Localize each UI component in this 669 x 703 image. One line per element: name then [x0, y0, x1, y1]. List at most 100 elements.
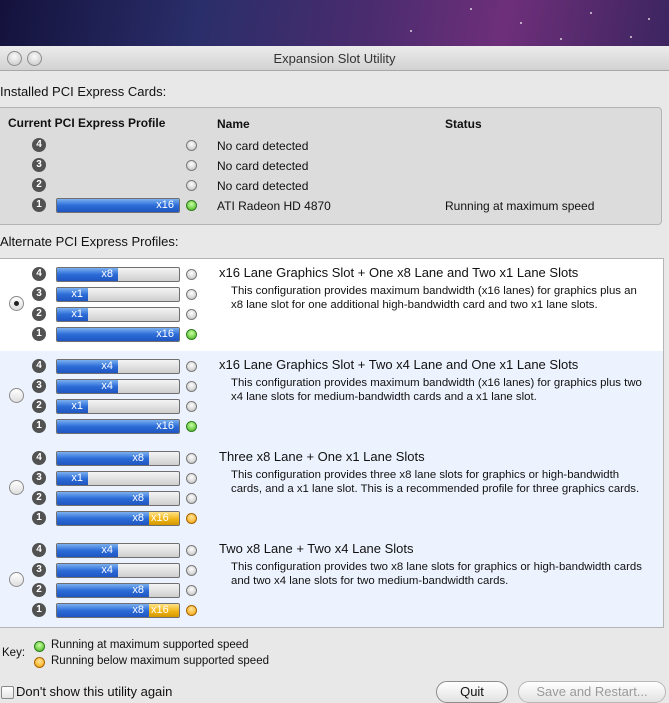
alternate-profiles-list[interactable]: 4 x8 3 x1 2 x1 1 x16 x16 Lane Graphics Slot + On… [0, 258, 664, 628]
current-profile-header: Current PCI Express Profile [8, 116, 166, 130]
dont-show-again-checkbox[interactable] [1, 686, 14, 699]
lane-extra: x16 [149, 604, 179, 617]
lane-label: x8 [132, 452, 144, 464]
lane-fill: x8 [57, 492, 149, 505]
profile-radio-button[interactable] [9, 480, 24, 495]
lane-fill: x8 [57, 512, 149, 525]
lane-bar: x8 x16 [56, 511, 180, 526]
desktop-background [0, 0, 669, 48]
lane-bar: x4 [56, 563, 180, 578]
card-name: ATI Radeon HD 4870 [217, 199, 331, 213]
profile-row[interactable]: 4 x4 3 x4 2 x8 1 x8 x16 Two x8 Lane + Two x4 Lane… [0, 535, 663, 627]
slot-number-badge: 4 [32, 267, 46, 281]
slot-number-badge: 1 [32, 419, 46, 433]
card-name: No card detected [217, 139, 309, 153]
lane-label: x4 [101, 544, 113, 556]
off-indicator-icon [186, 140, 197, 151]
profile-row[interactable]: 4 x4 3 x4 2 x1 1 x16 x16 Lane Graphics Slot + Tw… [0, 351, 663, 443]
profile-description: This configuration provides maximum band… [231, 377, 642, 403]
lane-fill: x8 [57, 452, 149, 465]
lane-label: x8 [132, 512, 144, 524]
off-indicator-icon [186, 160, 197, 171]
title-bar[interactable]: Expansion Slot Utility [0, 46, 669, 71]
lane-label: x1 [71, 288, 83, 300]
slot-number-badge: 3 [32, 379, 46, 393]
slot-number-badge: 2 [32, 491, 46, 505]
lane-fill: x4 [57, 564, 118, 577]
lane-bar: x1 [56, 287, 180, 302]
quit-button[interactable]: Quit [436, 681, 508, 703]
green-indicator-icon [186, 421, 197, 432]
lane-label: x8 [132, 492, 144, 504]
lane-extra: x16 [149, 512, 179, 525]
status-column-header: Status [445, 117, 482, 131]
off-indicator-icon [186, 180, 197, 191]
off-indicator-icon [186, 493, 197, 504]
save-and-restart-button[interactable]: Save and Restart... [518, 681, 666, 703]
alternate-section-label: Alternate PCI Express Profiles: [0, 234, 179, 249]
slot-number-badge: 4 [32, 138, 46, 152]
lane-bar: x8 [56, 583, 180, 598]
card-name: No card detected [217, 159, 309, 173]
profile-description: This configuration provides two x8 lane … [231, 561, 642, 587]
lane-extra-label: x16 [151, 604, 169, 616]
profile-title: Three x8 Lane + One x1 Lane Slots [219, 449, 425, 464]
lane-bar: x8 [56, 267, 180, 282]
lane-fill: x8 [57, 268, 118, 281]
lane-fill: x4 [57, 360, 118, 373]
lane-bar: x16 [56, 327, 180, 342]
profile-title: x16 Lane Graphics Slot + Two x4 Lane and… [219, 357, 579, 372]
lane-bar: x4 [56, 543, 180, 558]
slot-number-badge: 3 [32, 471, 46, 485]
profile-radio-button[interactable] [9, 388, 24, 403]
off-indicator-icon [186, 473, 197, 484]
lane-fill: x4 [57, 380, 118, 393]
orange-indicator-icon [34, 657, 45, 668]
slot-number-badge: 3 [32, 563, 46, 577]
lane-label: x4 [101, 380, 113, 392]
lane-fill: x4 [57, 544, 118, 557]
off-indicator-icon [186, 401, 197, 412]
off-indicator-icon [186, 545, 197, 556]
off-indicator-icon [186, 361, 197, 372]
slot-number-badge: 3 [32, 158, 46, 172]
profile-row[interactable]: 4 x8 3 x1 2 x1 1 x16 x16 Lane Graphics Slot + On… [0, 259, 663, 351]
key-item-below-max-speed: Running below maximum supported speed [51, 655, 269, 667]
off-indicator-icon [186, 269, 197, 280]
slot-number-badge: 2 [32, 178, 46, 192]
slot-number-badge: 1 [32, 327, 46, 341]
lane-fill: x16 [57, 420, 179, 433]
slot-number-badge: 4 [32, 543, 46, 557]
lane-fill: x16 [57, 328, 179, 341]
lane-bar: x16 [56, 198, 180, 213]
green-indicator-icon [34, 641, 45, 652]
off-indicator-icon [186, 565, 197, 576]
lane-label: x1 [71, 400, 83, 412]
lane-bar: x8 x16 [56, 603, 180, 618]
profile-title: x16 Lane Graphics Slot + One x8 Lane and… [219, 265, 579, 280]
lane-bar: x16 [56, 419, 180, 434]
off-indicator-icon [186, 309, 197, 320]
lane-label: x4 [101, 564, 113, 576]
key-label: Key: [2, 647, 26, 659]
orange-indicator-icon [186, 605, 197, 616]
lane-fill: x1 [57, 288, 88, 301]
lane-extra-label: x16 [151, 512, 169, 524]
lane-fill: x16 [57, 199, 179, 212]
radio-selected-dot [14, 301, 19, 306]
lane-bar: x1 [56, 471, 180, 486]
slot-number-badge: 1 [32, 198, 46, 212]
lane-label: x16 [156, 328, 174, 340]
lane-label: x16 [156, 420, 174, 432]
profile-radio-button[interactable] [9, 572, 24, 587]
slot-number-badge: 2 [32, 583, 46, 597]
off-indicator-icon [186, 289, 197, 300]
lane-bar: x1 [56, 399, 180, 414]
lane-label: x16 [156, 199, 174, 211]
off-indicator-icon [186, 381, 197, 392]
lane-label: x1 [71, 308, 83, 320]
profile-radio-button[interactable] [9, 296, 24, 311]
name-column-header: Name [217, 117, 250, 131]
slot-number-badge: 4 [32, 451, 46, 465]
profile-row[interactable]: 4 x8 3 x1 2 x8 1 x8 x16 Three x8 Lane + One x1 La… [0, 443, 663, 535]
